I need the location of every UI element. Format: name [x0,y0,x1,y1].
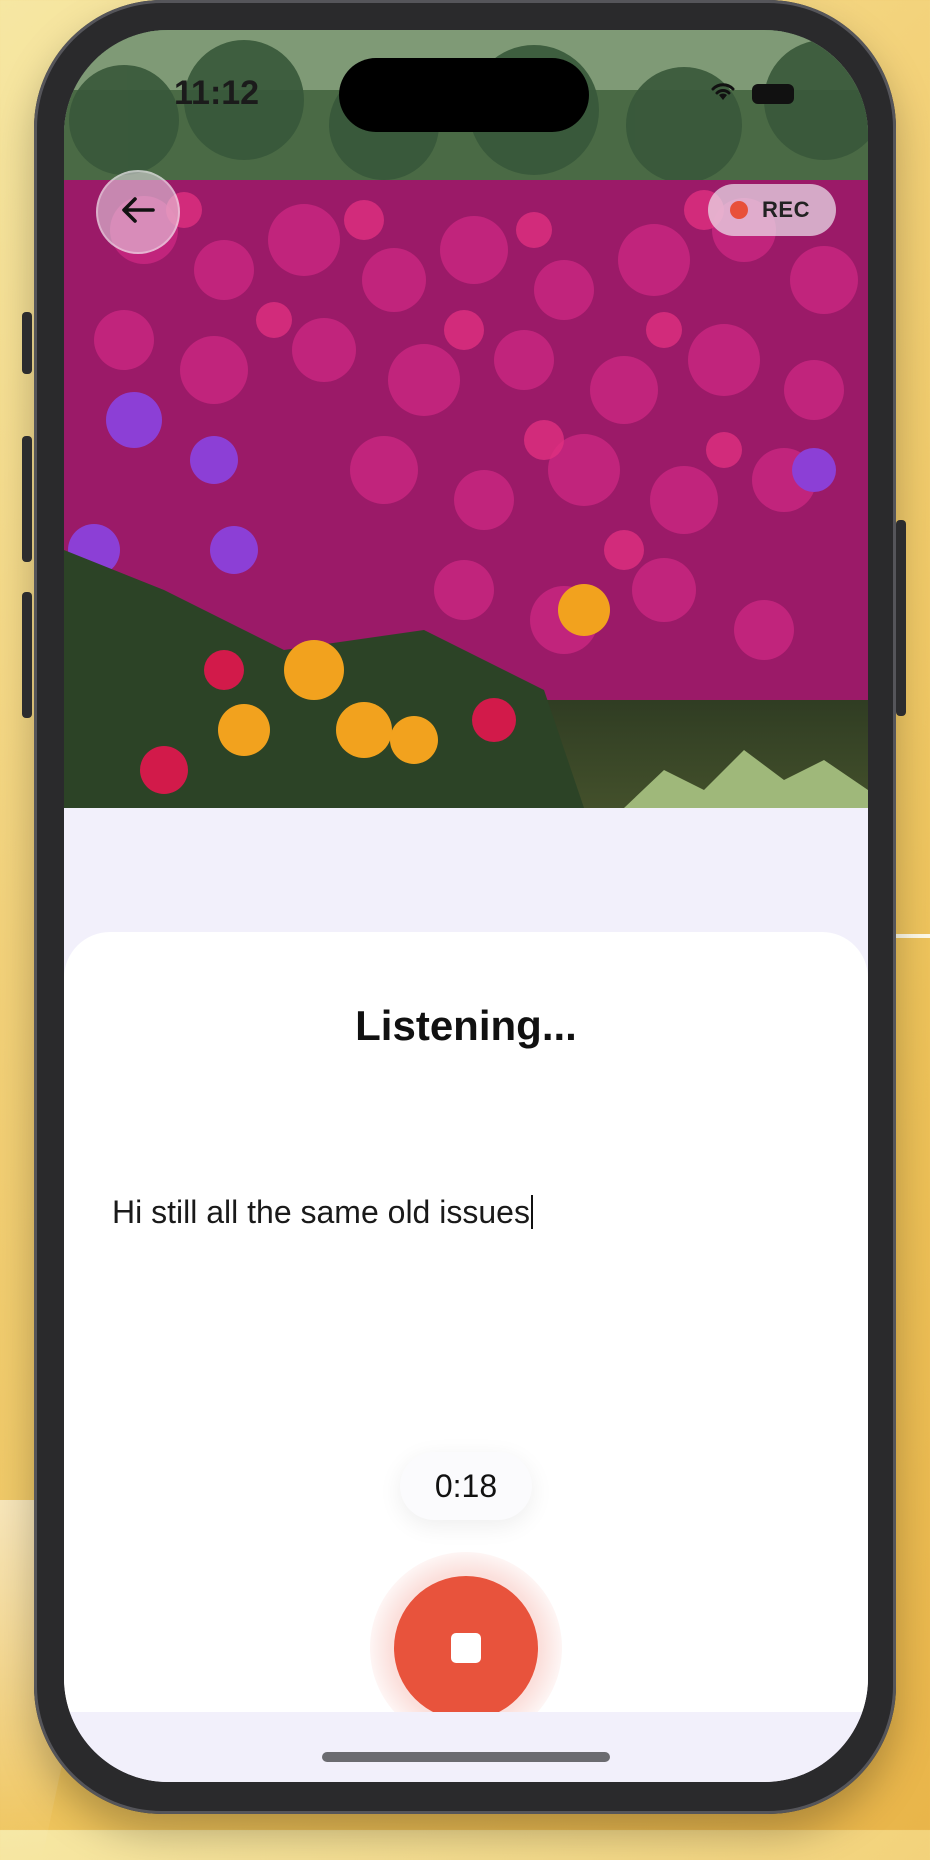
recording-badge: REC [708,184,836,236]
recording-timer: 0:18 [400,1452,532,1520]
status-time: 11:12 [174,74,260,112]
bottom-band [64,1712,868,1782]
stop-icon [451,1633,481,1663]
back-button[interactable] [96,170,180,254]
rec-label: REC [762,197,810,222]
sheet-title: Listening... [355,1002,577,1049]
phone-screen: 11:12 REC Listening... Hi still all the … [64,30,868,1782]
status-icons [708,80,794,107]
volume-up-button [22,436,32,562]
stop-recording-button[interactable] [394,1576,538,1720]
listening-sheet: Listening... Hi still all the same old i… [64,932,868,1744]
transcript-content: Hi still all the same old issues [112,1194,530,1230]
arrow-left-icon [119,195,157,230]
power-button [896,520,906,716]
transcript-text[interactable]: Hi still all the same old issues [112,1194,812,1231]
recording-dot-icon [730,201,749,219]
wifi-icon [708,80,738,107]
text-cursor [530,1195,533,1229]
volume-down-button [22,592,32,718]
flower-photo [64,30,868,808]
home-indicator[interactable] [322,1752,610,1762]
action-button [22,312,32,374]
battery-icon [752,83,794,104]
dynamic-island [339,58,589,132]
background-line [895,934,930,938]
